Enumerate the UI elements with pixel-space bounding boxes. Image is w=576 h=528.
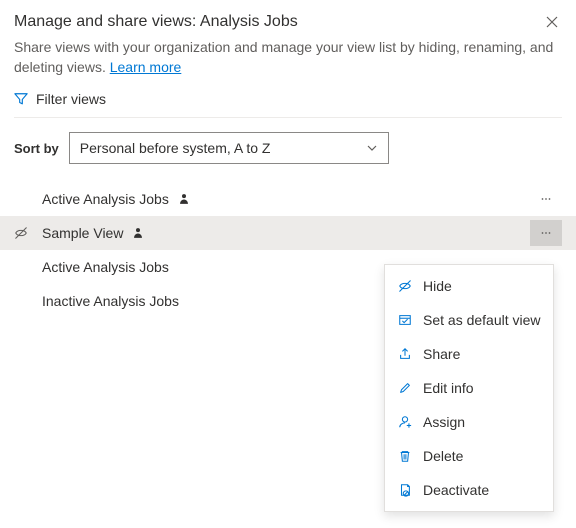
menu-item-label: Deactivate — [423, 482, 489, 498]
menu-item-label: Set as default view — [423, 312, 541, 328]
view-row[interactable]: Sample View — [0, 216, 576, 250]
context-menu: Hide Set as default view Share Edit info Ass… — [384, 264, 554, 512]
menu-item-label: Delete — [423, 448, 463, 464]
description-text: Share views with your organization and m… — [14, 39, 553, 75]
view-label: Active Analysis Jobs — [42, 259, 169, 275]
menu-item-edit[interactable]: Edit info — [385, 371, 553, 405]
share-icon — [397, 346, 413, 362]
filter-views-label: Filter views — [36, 91, 106, 107]
close-icon — [546, 16, 558, 28]
view-label: Inactive Analysis Jobs — [42, 293, 179, 309]
person-icon — [131, 226, 145, 240]
menu-item-share[interactable]: Share — [385, 337, 553, 371]
delete-icon — [397, 448, 413, 464]
hide-icon — [397, 278, 413, 294]
more-icon — [539, 226, 553, 240]
person-icon — [177, 192, 191, 206]
menu-item-delete[interactable]: Delete — [385, 439, 553, 473]
view-label: Sample View — [42, 225, 123, 241]
default-icon — [397, 312, 413, 328]
more-icon — [539, 192, 553, 206]
sort-by-dropdown[interactable]: Personal before system, A to Z — [69, 132, 389, 164]
view-label: Active Analysis Jobs — [42, 191, 169, 207]
sort-by-value: Personal before system, A to Z — [80, 140, 271, 156]
view-row[interactable]: Active Analysis Jobs — [0, 182, 576, 216]
sort-by-label: Sort by — [14, 141, 59, 156]
dialog-description: Share views with your organization and m… — [14, 38, 562, 77]
filter-views-button[interactable]: Filter views — [14, 91, 562, 118]
menu-item-label: Hide — [423, 278, 452, 294]
menu-item-assign[interactable]: Assign — [385, 405, 553, 439]
menu-item-hide[interactable]: Hide — [385, 269, 553, 303]
hidden-icon — [14, 226, 42, 240]
menu-item-label: Share — [423, 346, 460, 362]
menu-item-default[interactable]: Set as default view — [385, 303, 553, 337]
menu-item-deactivate[interactable]: Deactivate — [385, 473, 553, 507]
deactivate-icon — [397, 482, 413, 498]
filter-icon — [14, 92, 28, 106]
learn-more-link[interactable]: Learn more — [110, 59, 182, 75]
close-button[interactable] — [542, 12, 562, 32]
menu-item-label: Edit info — [423, 380, 474, 396]
assign-icon — [397, 414, 413, 430]
dialog-title: Manage and share views: Analysis Jobs — [14, 13, 298, 31]
chevron-down-icon — [366, 142, 378, 154]
menu-item-label: Assign — [423, 414, 465, 430]
more-button[interactable] — [530, 186, 562, 212]
edit-icon — [397, 380, 413, 396]
more-button[interactable] — [530, 220, 562, 246]
